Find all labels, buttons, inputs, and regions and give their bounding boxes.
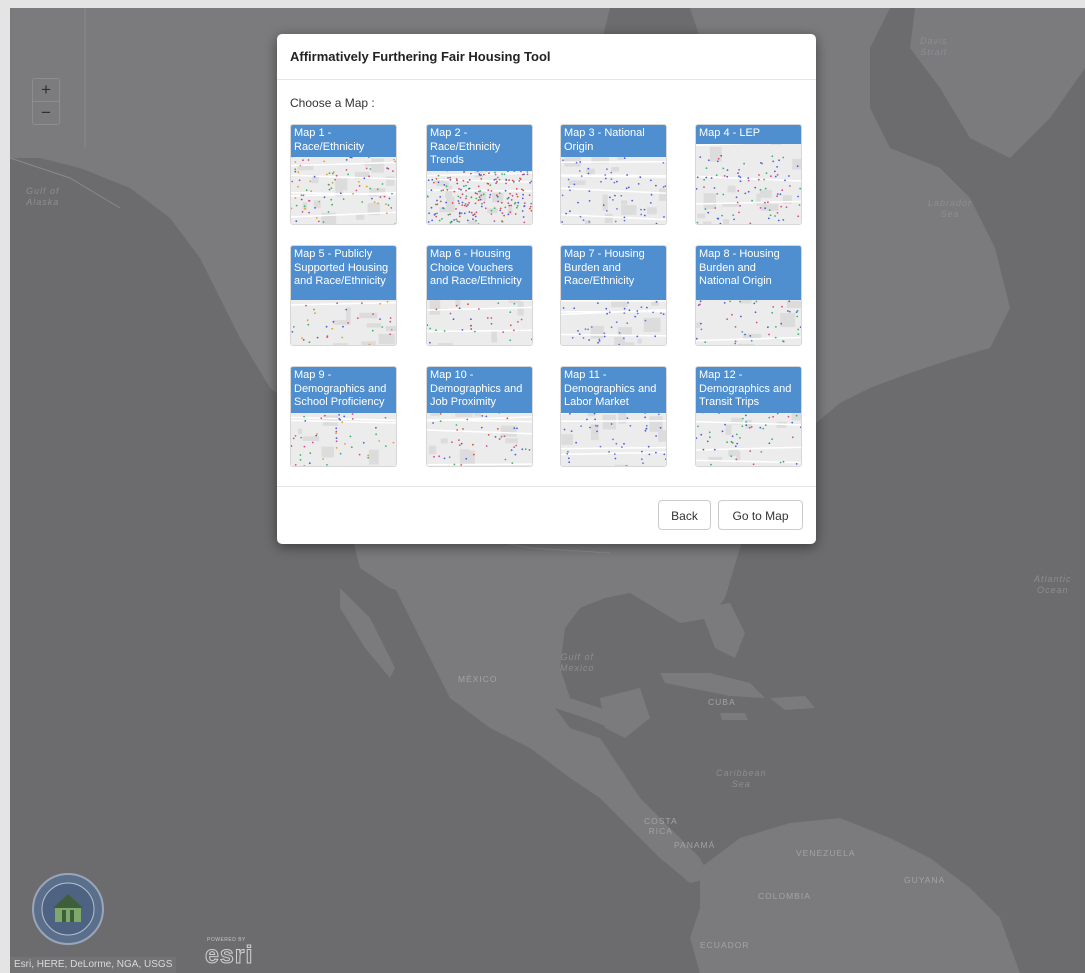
map-tile-label: Map 11 - Demographics and Labor Market — [561, 367, 666, 413]
country-label-ecuador: ECUADOR — [700, 940, 750, 950]
dialog-title: Affirmatively Furthering Fair Housing To… — [290, 49, 551, 64]
country-label-colombia: COLOMBIA — [758, 891, 811, 901]
zoom-in-button[interactable]: + — [33, 79, 59, 101]
zoom-out-button[interactable]: − — [33, 101, 59, 124]
esri-logo: POWERED BY esri — [204, 937, 265, 973]
country-label-guyana: GUYANA — [904, 875, 946, 885]
dialog-footer: Back Go to Map — [277, 486, 816, 544]
map-label-caribbean-sea: Caribbean Sea — [716, 768, 767, 789]
map-tile-label: Map 2 - Race/Ethnicity Trends — [427, 125, 532, 171]
country-label-panama: PANAMÁ — [674, 840, 716, 850]
map-tile-12[interactable]: Map 12 - Demographics and Transit Trips — [695, 366, 802, 467]
map-label-atlantic-ocean: Atlantic Ocean — [1034, 574, 1072, 595]
map-tile-label: Map 8 - Housing Burden and National Orig… — [696, 246, 801, 300]
map-label-labrador-sea: Labrador Sea — [928, 198, 973, 219]
map-tile-label: Map 10 - Demographics and Job Proximity — [427, 367, 532, 413]
map-frame: Davis Strait Gulf of Alaska Labrador Sea… — [10, 8, 1085, 973]
map-tile-4[interactable]: Map 4 - LEP — [695, 124, 802, 225]
map-label-gulf-of-alaska: Gulf of Alaska — [26, 186, 60, 207]
dialog-body: Choose a Map : Map 1 - Race/Ethnicity Map… — [277, 80, 816, 486]
map-tile-label: Map 4 - LEP — [696, 125, 801, 144]
map-tile-label: Map 5 - Publicly Supported Housing and R… — [291, 246, 396, 300]
map-tile-6[interactable]: Map 6 - Housing Choice Vouchers and Race… — [426, 245, 533, 346]
esri-wordmark: esri — [204, 941, 254, 970]
map-label-davis-strait: Davis Strait — [920, 36, 948, 57]
country-label-cuba: CUBA — [708, 697, 736, 707]
map-tile-9[interactable]: Map 9 - Demographics and School Proficie… — [290, 366, 397, 467]
choose-map-dialog: Affirmatively Furthering Fair Housing To… — [277, 34, 816, 544]
map-tile-5[interactable]: Map 5 - Publicly Supported Housing and R… — [290, 245, 397, 346]
map-tile-3[interactable]: Map 3 - National Origin — [560, 124, 667, 225]
hud-seal-logo — [32, 873, 104, 945]
map-tile-2[interactable]: Map 2 - Race/Ethnicity Trends — [426, 124, 533, 225]
map-tile-label: Map 9 - Demographics and School Proficie… — [291, 367, 396, 413]
map-label-gulf-of-mexico: Gulf of Mexico — [560, 652, 595, 673]
go-to-map-button[interactable]: Go to Map — [718, 500, 803, 530]
map-tile-8[interactable]: Map 8 - Housing Burden and National Orig… — [695, 245, 802, 346]
dialog-header: Affirmatively Furthering Fair Housing To… — [277, 34, 816, 80]
map-tile-11[interactable]: Map 11 - Demographics and Labor Market — [560, 366, 667, 467]
map-tile-label: Map 7 - Housing Burden and Race/Ethnicit… — [561, 246, 666, 300]
country-label-mexico: MÉXICO — [458, 674, 498, 684]
map-attribution: Esri, HERE, DeLorme, NGA, USGS — [10, 957, 177, 973]
country-label-costa-rica: COSTA RICA — [644, 816, 678, 836]
choose-map-label: Choose a Map : — [290, 96, 375, 110]
map-tile-label: Map 6 - Housing Choice Vouchers and Race… — [427, 246, 532, 300]
map-tile-label: Map 3 - National Origin — [561, 125, 666, 157]
country-label-venezuela: VENEZUELA — [796, 848, 856, 858]
map-tile-label: Map 12 - Demographics and Transit Trips — [696, 367, 801, 413]
back-button[interactable]: Back — [658, 500, 711, 530]
map-tile-7[interactable]: Map 7 - Housing Burden and Race/Ethnicit… — [560, 245, 667, 346]
map-tile-10[interactable]: Map 10 - Demographics and Job Proximity — [426, 366, 533, 467]
map-tile-label: Map 1 - Race/Ethnicity — [291, 125, 396, 157]
zoom-control: + − — [32, 78, 60, 125]
map-tile-1[interactable]: Map 1 - Race/Ethnicity — [290, 124, 397, 225]
